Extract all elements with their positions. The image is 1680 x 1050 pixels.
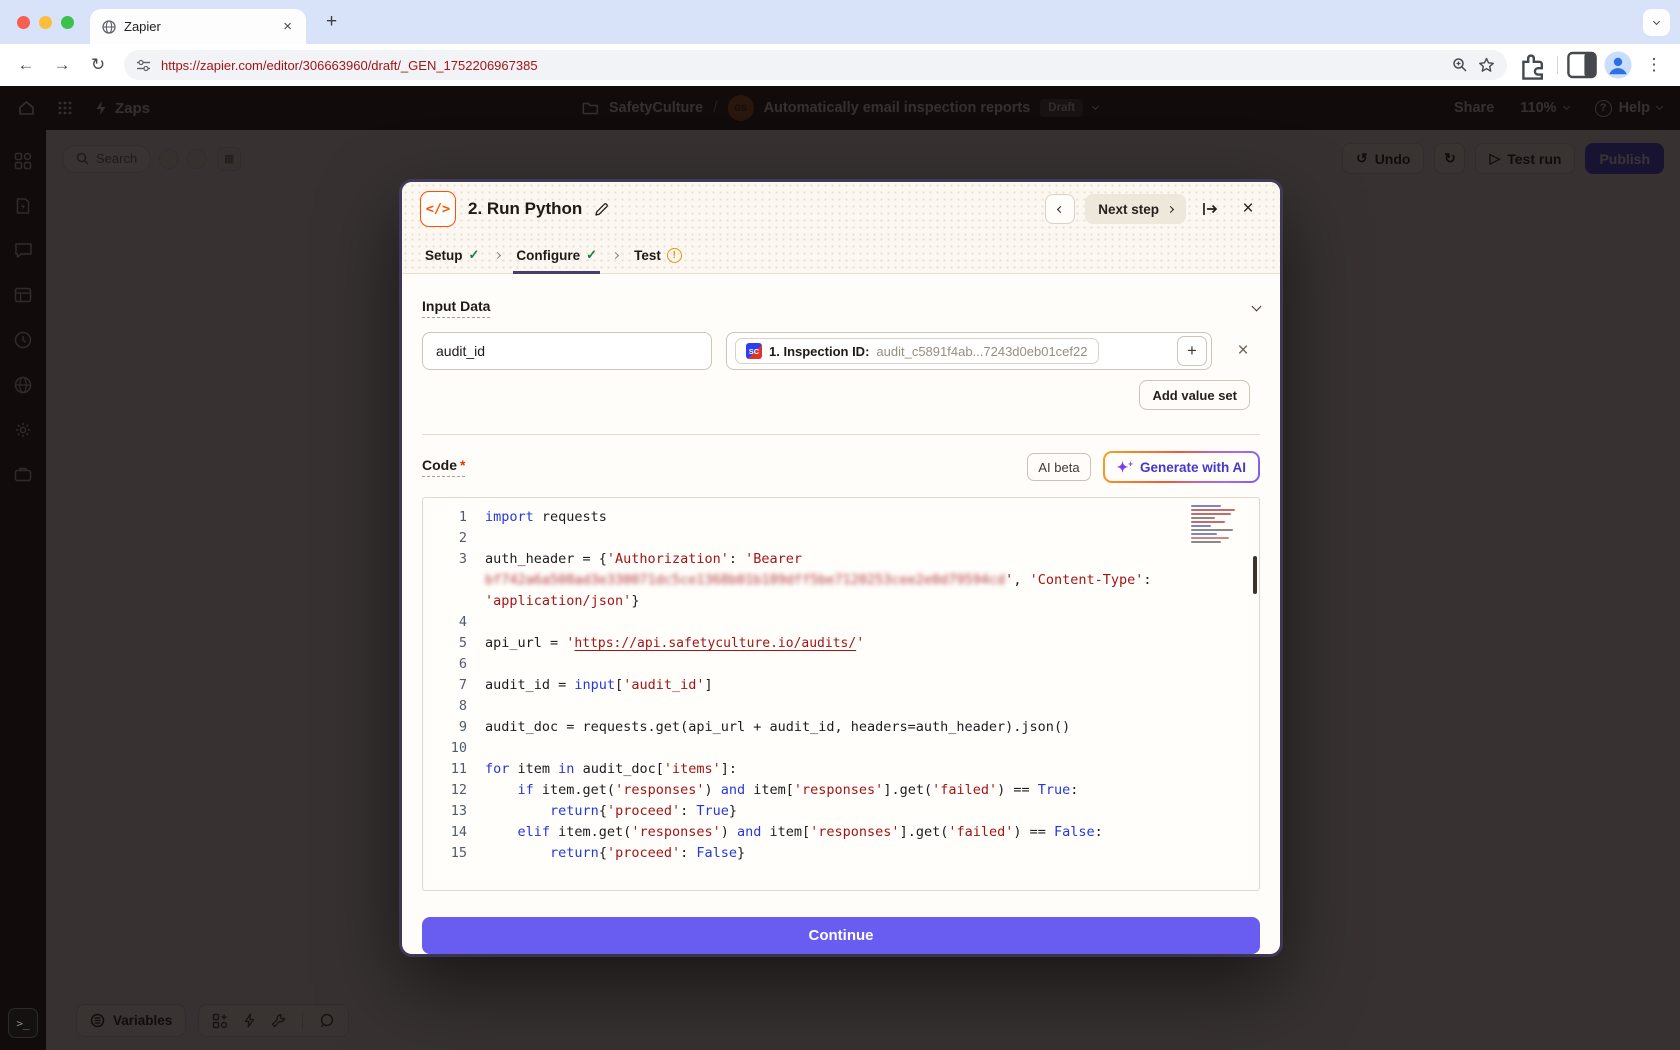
browser-toolbar: ← → ↻ https://zapier.com/editor/30666396… — [0, 44, 1680, 86]
tab-configure[interactable]: Configure ✓ — [513, 247, 600, 273]
close-window-button[interactable] — [17, 16, 30, 29]
code-minimap — [1191, 505, 1243, 545]
tab-title: Zapier — [124, 19, 271, 34]
tab-label: Configure — [516, 248, 580, 263]
next-step-label: Next step — [1098, 202, 1159, 217]
input-data-label: Input Data — [422, 298, 490, 318]
expand-panel-icon[interactable] — [1196, 195, 1224, 223]
code-line: 7audit_id = input['audit_id'] — [423, 675, 1259, 696]
mapped-field-label: 1. Inspection ID: — [769, 344, 869, 359]
code-line: 6 — [423, 654, 1259, 675]
step-tabs: Setup ✓ Configure ✓ Test ! — [402, 236, 1280, 274]
code-line: 9audit_doc = requests.get(api_url + audi… — [423, 717, 1259, 738]
reload-icon[interactable]: ↻ — [82, 49, 114, 81]
site-settings-icon[interactable] — [136, 59, 151, 72]
globe-favicon-icon — [102, 20, 116, 34]
minimize-window-button[interactable] — [39, 16, 52, 29]
step-title: 2. Run Python — [468, 199, 582, 219]
toolbar-divider — [1557, 56, 1558, 74]
code-line: 15 return{'proceed': False} — [423, 843, 1259, 864]
tab-search-button[interactable] — [1643, 9, 1670, 36]
extensions-icon[interactable] — [1517, 49, 1549, 81]
code-line: 5api_url = 'https://api.safetyculture.io… — [423, 633, 1259, 654]
mapped-value-field[interactable]: SC 1. Inspection ID: audit_c5891f4ab...7… — [726, 332, 1212, 370]
forward-icon[interactable]: → — [46, 49, 78, 81]
code-icon: </> — [420, 191, 456, 227]
tab-separator-chevron — [613, 245, 618, 273]
terminal-button[interactable]: >_ — [8, 1008, 38, 1038]
input-key-field[interactable]: audit_id — [422, 332, 712, 370]
input-data-row: audit_id SC 1. Inspection ID: audit_c589… — [422, 332, 1260, 370]
sparkle-icon: ✦+ — [1117, 460, 1133, 474]
tab-test[interactable]: Test ! — [631, 248, 685, 273]
code-lines: 1import requests23auth_header = {'Author… — [423, 498, 1259, 864]
browser-tab[interactable]: Zapier × — [90, 9, 306, 44]
bookmark-star-icon[interactable] — [1478, 57, 1495, 73]
generate-with-ai-button[interactable]: ✦+ Generate with AI — [1103, 451, 1260, 483]
profile-avatar[interactable] — [1602, 49, 1634, 81]
code-line: 12 if item.get('responses') and item['re… — [423, 780, 1259, 801]
code-line: 4 — [423, 612, 1259, 633]
back-icon[interactable]: ← — [10, 49, 42, 81]
modal-footer: Continue — [402, 903, 1280, 954]
code-line: 14 elif item.get('responses') and item['… — [423, 822, 1259, 843]
maximize-window-button[interactable] — [61, 16, 74, 29]
mapped-value-pill[interactable]: SC 1. Inspection ID: audit_c5891f4ab...7… — [735, 338, 1099, 364]
previous-step-button[interactable] — [1045, 194, 1075, 224]
code-label: Code* — [422, 457, 465, 477]
safetyculture-logo: SC — [746, 343, 762, 359]
check-icon: ✓ — [586, 247, 597, 263]
required-marker: * — [460, 457, 465, 473]
code-line: 3auth_header = {'Authorization': 'Bearer — [423, 549, 1259, 570]
tab-label: Setup — [425, 248, 463, 263]
insert-data-button[interactable]: + — [1177, 336, 1207, 366]
mapped-field-value: audit_c5891f4ab...7243d0eb01cef22 — [876, 344, 1087, 359]
next-step-button[interactable]: Next step — [1085, 194, 1186, 224]
browser-chrome: Zapier × + ← → ↻ https://zapier.com/edit… — [0, 0, 1680, 86]
ai-beta-button[interactable]: AI beta — [1027, 453, 1090, 481]
code-editor[interactable]: 1import requests23auth_header = {'Author… — [422, 497, 1260, 891]
code-line: 13 return{'proceed': True} — [423, 801, 1259, 822]
tab-separator-chevron — [495, 245, 500, 273]
close-icon[interactable]: × — [1234, 195, 1262, 223]
edit-pencil-icon[interactable] — [594, 202, 609, 217]
check-icon: ✓ — [469, 247, 480, 263]
browser-menu-icon[interactable]: ⋮ — [1638, 49, 1670, 81]
window-controls — [17, 16, 74, 29]
modal-body: Input Data audit_id SC 1. Inspection ID:… — [402, 274, 1280, 903]
remove-row-icon[interactable]: × — [1226, 334, 1260, 368]
tab-close-icon[interactable]: × — [279, 17, 296, 36]
zoom-icon[interactable] — [1452, 57, 1468, 73]
editor-scrollbar-thumb[interactable] — [1253, 556, 1257, 594]
code-line: 1import requests — [423, 507, 1259, 528]
code-line: 8 — [423, 696, 1259, 717]
tab-setup[interactable]: Setup ✓ — [422, 247, 482, 273]
code-line: 11for item in audit_doc['items']: — [423, 759, 1259, 780]
collapse-section-icon[interactable] — [1252, 302, 1262, 312]
screen: Zapier × + ← → ↻ https://zapier.com/edit… — [0, 0, 1680, 1050]
tab-label: Test — [634, 248, 661, 263]
add-value-set-button[interactable]: Add value set — [1139, 380, 1250, 410]
code-line: 2 — [423, 528, 1259, 549]
new-tab-button[interactable]: + — [318, 9, 345, 35]
warning-icon: ! — [667, 248, 682, 263]
step-config-modal: </> 2. Run Python Next step × — [402, 182, 1280, 954]
section-divider — [422, 434, 1260, 435]
code-section-header: Code* AI beta ✦+ Generate with AI — [422, 451, 1260, 483]
side-panel-icon[interactable] — [1566, 49, 1598, 81]
browser-tabstrip: Zapier × + — [0, 0, 1680, 44]
code-line: 'application/json'} — [423, 591, 1259, 612]
code-line: 10 — [423, 738, 1259, 759]
continue-button[interactable]: Continue — [422, 917, 1260, 954]
address-bar[interactable]: https://zapier.com/editor/306663960/draf… — [124, 50, 1507, 80]
modal-header: </> 2. Run Python Next step × — [402, 182, 1280, 236]
url-text: https://zapier.com/editor/306663960/draf… — [161, 58, 1442, 73]
generate-ai-label: Generate with AI — [1140, 460, 1246, 475]
page-viewport: Zaps SafetyCulture / GS Automatically em… — [0, 86, 1680, 1050]
code-line: bf742a6a508ad3e330071dc5ce1368b01b189dff… — [423, 570, 1259, 591]
